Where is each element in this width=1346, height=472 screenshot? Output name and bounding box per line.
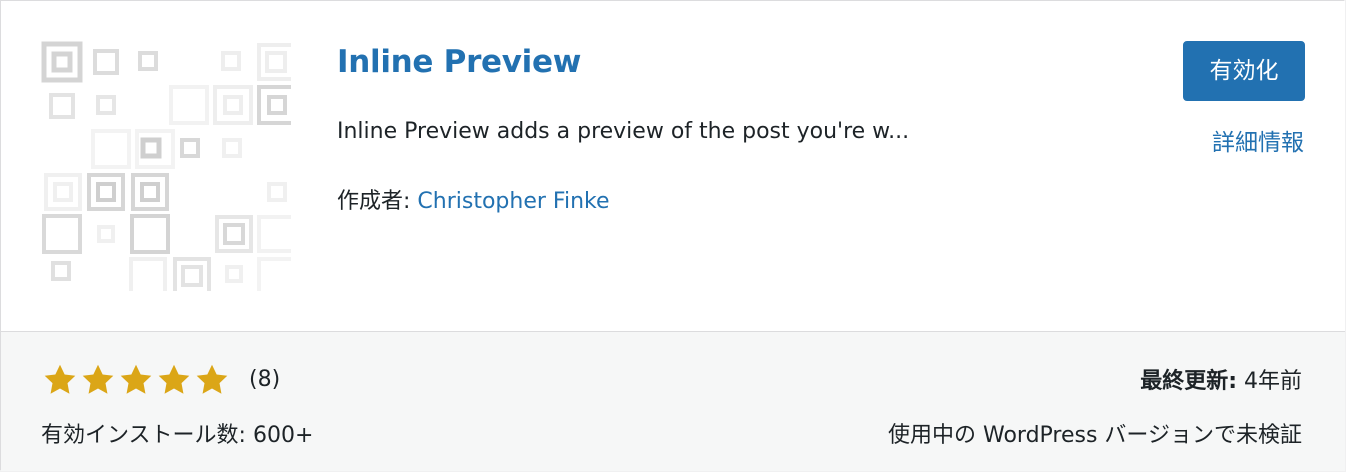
author-label: 作成者: [337,189,418,214]
star-filled-icon [158,364,190,394]
plugin-card-top: Inline Preview Inline Preview adds a pre… [1,1,1345,331]
star-filled-icon [120,364,152,394]
plugin-title-link[interactable]: Inline Preview [337,44,581,80]
rating-count[interactable]: (8) [249,367,280,392]
compatibility-notice: 使用中の WordPress バージョンで未検証 [888,423,1302,448]
plugin-card: Inline Preview Inline Preview adds a pre… [0,0,1345,471]
star-rating [41,362,231,398]
author-link[interactable]: Christopher Finke [417,189,609,214]
plugin-icon[interactable] [41,41,291,291]
star-filled-icon [44,364,76,394]
last-updated-value: 4年前 [1237,369,1302,394]
last-updated: 最終更新: 4年前 [1140,363,1302,395]
details-link[interactable]: 詳細情報 [1212,123,1304,157]
active-installs: 有効インストール数: 600+ [41,423,314,448]
plugin-author: 作成者: Christopher Finke [337,183,610,215]
last-updated-label: 最終更新: [1140,369,1237,394]
star-filled-icon [82,364,114,394]
activate-button[interactable]: 有効化 [1183,41,1305,101]
star-filled-icon [196,364,228,394]
plugin-card-bottom [1,331,1345,471]
plugin-description: Inline Preview adds a preview of the pos… [337,119,910,144]
